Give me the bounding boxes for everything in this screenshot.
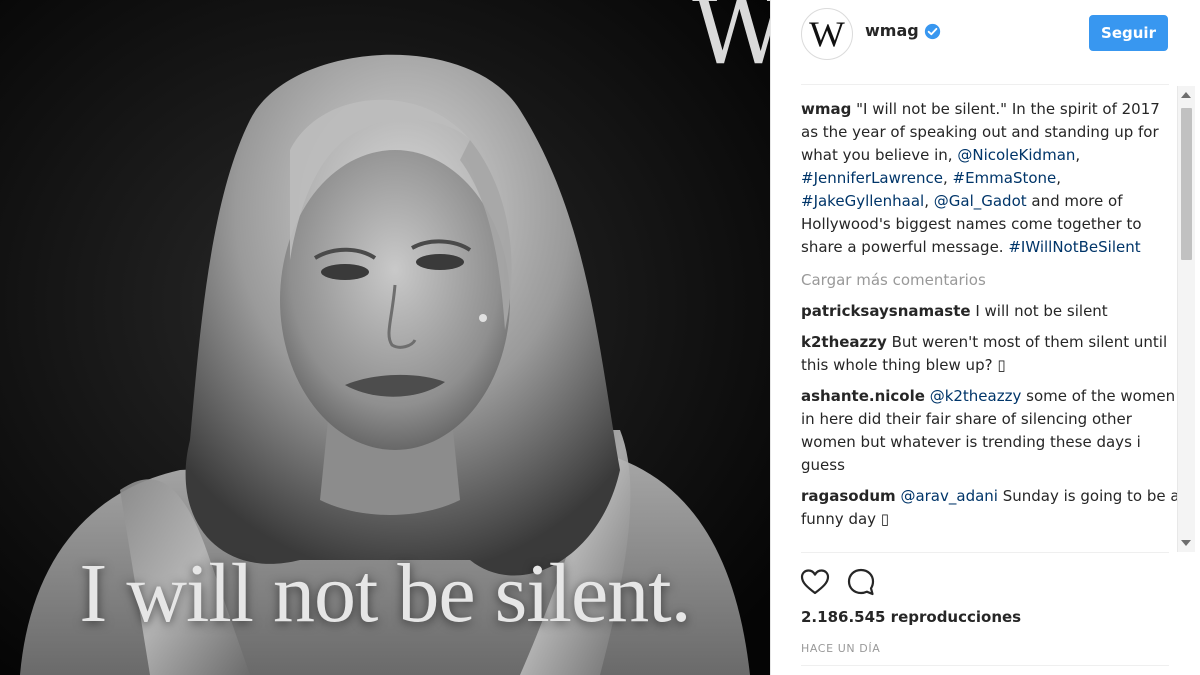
hashtag-link[interactable]: #IWillNotBeSilent <box>1008 238 1140 256</box>
mention-link[interactable]: @Gal_Gadot <box>934 192 1027 210</box>
header-username[interactable]: wmag <box>865 21 919 40</box>
mention-link[interactable]: @arav_adani <box>900 487 998 505</box>
comment-bubble-icon[interactable] <box>845 566 877 598</box>
w-magazine-logo: W <box>692 0 770 85</box>
verified-badge-icon <box>924 23 941 40</box>
comment-username[interactable]: k2theazzy <box>801 333 887 351</box>
scroll-up-arrow-icon[interactable] <box>1181 92 1191 98</box>
caption-username[interactable]: wmag <box>801 100 851 118</box>
comment-item: patricksaysnamaste I will not be silent <box>801 300 1181 323</box>
load-more-comments-button[interactable]: Cargar más comentarios <box>801 269 1181 292</box>
hashtag-link[interactable]: #JenniferLawrence <box>801 169 943 187</box>
mention-link[interactable]: @k2theazzy <box>930 387 1022 405</box>
avatar[interactable]: W <box>801 8 853 60</box>
scroll-down-arrow-icon[interactable] <box>1181 540 1191 546</box>
post-header: W wmag Seguir <box>771 0 1200 70</box>
separator: , <box>1056 169 1062 187</box>
comment-username[interactable]: ragasodum <box>801 487 896 505</box>
comment-item: ashante.nicole @k2theazzy some of the wo… <box>801 385 1181 477</box>
post-side-panel: W wmag Seguir wmag "I will not be silent… <box>770 0 1200 675</box>
actions-divider <box>801 552 1169 553</box>
post-caption: wmag "I will not be silent." In the spir… <box>801 98 1181 259</box>
hashtag-link[interactable]: #JakeGyllenhaal <box>801 192 924 210</box>
comment-username[interactable]: patricksaysnamaste <box>801 302 971 320</box>
header-divider <box>801 84 1169 85</box>
comments-scrollbar[interactable] <box>1177 86 1195 552</box>
mention-link[interactable]: @NicoleKidman <box>957 146 1075 164</box>
hashtag-link[interactable]: #EmmaStone <box>953 169 1057 187</box>
separator: , <box>942 169 953 187</box>
post-actions <box>799 566 919 598</box>
comment-item: k2theazzy But weren't most of them silen… <box>801 331 1181 377</box>
post-media[interactable]: W I will not be silent. <box>0 0 770 675</box>
comment-text: I will not be silent <box>975 302 1108 320</box>
scrollbar-thumb[interactable] <box>1181 108 1192 260</box>
comment-item: ragasodum @arav_adani Sunday is going to… <box>801 485 1181 531</box>
bottom-divider <box>801 665 1169 666</box>
comments-list[interactable]: wmag "I will not be silent." In the spir… <box>801 98 1181 552</box>
separator: , <box>1075 146 1081 164</box>
avatar-letter: W <box>809 14 845 54</box>
post-timestamp[interactable]: HACE UN DÍA <box>801 642 880 655</box>
video-overlay-title: I will not be silent. <box>79 547 691 640</box>
follow-button[interactable]: Seguir <box>1089 15 1168 51</box>
heart-icon[interactable] <box>799 566 831 598</box>
separator: , <box>924 192 934 210</box>
view-count: 2.186.545 reproducciones <box>801 608 1022 626</box>
comment-username[interactable]: ashante.nicole <box>801 387 925 405</box>
